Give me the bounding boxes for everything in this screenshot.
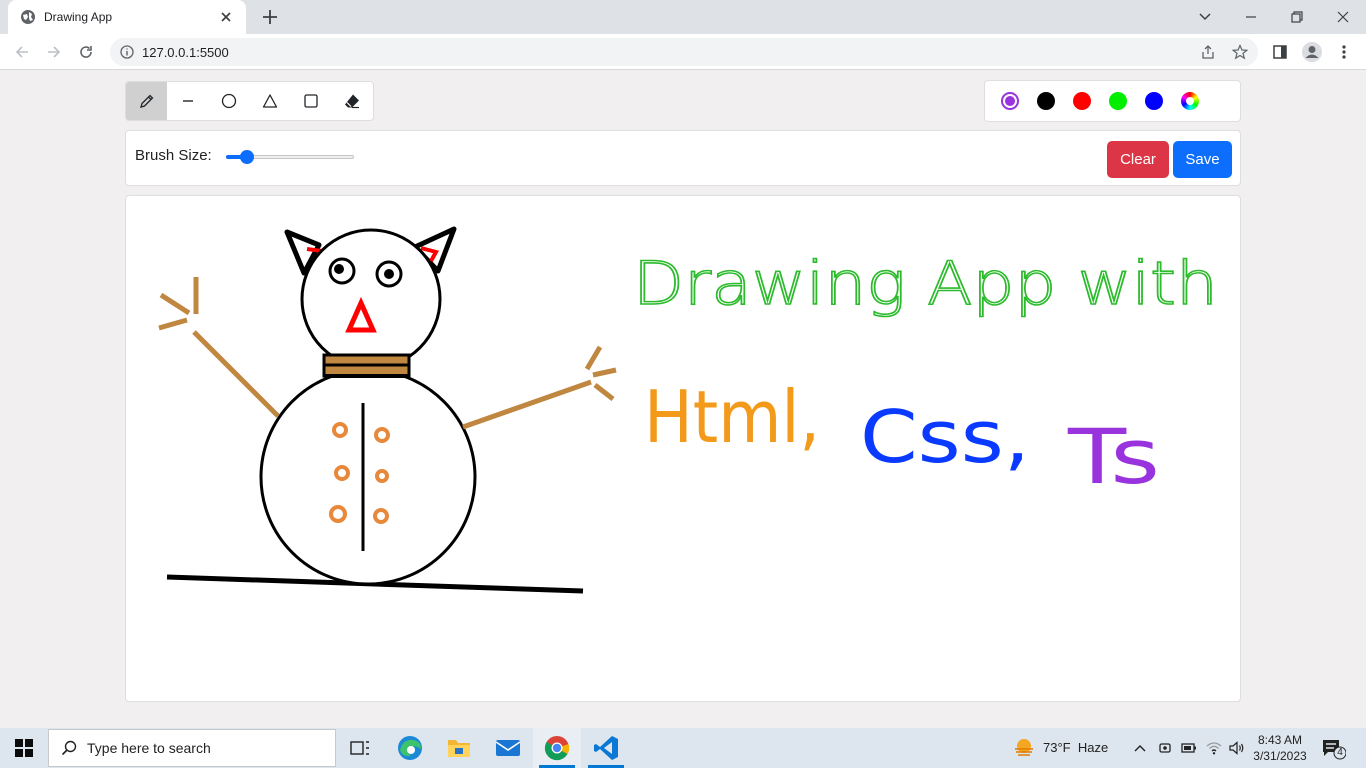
color-red[interactable] (1073, 92, 1091, 110)
snowman-drawing (158, 226, 617, 594)
chrome-icon[interactable] (533, 728, 581, 768)
mail-icon[interactable] (484, 728, 532, 768)
tool-eraser[interactable] (331, 82, 372, 120)
options-panel: Brush Size: Clear Save (125, 130, 1241, 186)
restore-icon[interactable] (1274, 4, 1320, 30)
info-icon[interactable] (120, 45, 134, 59)
line-icon (182, 100, 193, 102)
browser-tab-strip: Drawing App (0, 0, 1366, 34)
volume-icon[interactable] (1228, 739, 1246, 757)
notification-center-icon[interactable]: 4 (1322, 738, 1347, 760)
weather-haze-icon[interactable] (1013, 737, 1035, 759)
menu-kebab-icon[interactable] (1332, 40, 1356, 64)
side-panel-icon[interactable] (1268, 40, 1292, 64)
vscode-icon[interactable] (582, 728, 630, 768)
tool-circle[interactable] (208, 82, 249, 120)
reload-icon[interactable] (74, 40, 98, 64)
eraser-icon (344, 94, 359, 109)
file-explorer-icon[interactable] (435, 728, 483, 768)
window-close-icon[interactable] (1320, 4, 1366, 30)
save-button[interactable]: Save (1173, 141, 1232, 178)
canvas-drawing: Drawing App with Html, Css, Ts (158, 226, 1219, 594)
color-black[interactable] (1037, 92, 1055, 110)
profile-icon[interactable] (1300, 40, 1324, 64)
notification-badge: 4 (1337, 747, 1343, 758)
tool-rectangle[interactable] (290, 82, 331, 120)
search-icon (61, 740, 77, 756)
color-purple[interactable] (1001, 92, 1019, 110)
weather-text[interactable]: 73°F Haze (1043, 740, 1108, 755)
square-icon (303, 94, 318, 108)
tool-brush[interactable] (126, 82, 167, 120)
browser-tab[interactable]: Drawing App (8, 0, 246, 34)
address-bar[interactable]: 127.0.0.1:5500 (110, 38, 1258, 66)
clock-time: 8:43 AM (1257, 733, 1303, 747)
share-icon[interactable] (1196, 38, 1220, 66)
forward-icon[interactable] (42, 40, 66, 64)
canvas-text-css: Css, (860, 395, 1030, 479)
battery-icon[interactable] (1180, 739, 1198, 757)
task-view-icon[interactable] (336, 728, 384, 768)
colors-panel (984, 80, 1241, 122)
edge-browser-icon[interactable] (386, 728, 434, 768)
search-placeholder: Type here to search (87, 740, 211, 756)
globe-icon (21, 10, 35, 24)
clock-date: 3/31/2023 (1253, 749, 1307, 763)
windows-start-icon[interactable] (0, 728, 48, 768)
canvas-text-ts: Ts (1067, 412, 1160, 501)
tab-title: Drawing App (44, 10, 113, 24)
color-picker-rainbow[interactable] (1181, 92, 1199, 110)
color-blue[interactable] (1145, 92, 1163, 110)
pencil-icon (139, 94, 153, 108)
slider-thumb[interactable] (240, 150, 254, 164)
color-green[interactable] (1109, 92, 1127, 110)
browser-toolbar: 127.0.0.1:5500 (0, 34, 1366, 70)
canvas-text-line1: Drawing App with (633, 249, 1218, 319)
circle-icon (221, 93, 236, 109)
tool-triangle[interactable] (249, 82, 290, 120)
close-tab-icon[interactable] (218, 9, 234, 25)
system-clock[interactable]: 8:43 AM 3/31/2023 (1248, 732, 1312, 764)
triangle-icon (262, 94, 277, 108)
clear-button[interactable]: Clear (1107, 141, 1169, 178)
tool-line[interactable] (167, 82, 208, 120)
brush-size-label: Brush Size: (135, 147, 212, 164)
tab-search-icon[interactable] (1182, 4, 1228, 30)
minimize-icon[interactable] (1228, 4, 1274, 30)
new-tab-icon[interactable] (258, 6, 282, 28)
drawing-canvas[interactable]: Drawing App with Html, Css, Ts (125, 195, 1241, 702)
tools-panel (125, 81, 374, 121)
brush-size-slider[interactable] (226, 149, 354, 165)
url-text: 127.0.0.1:5500 (142, 44, 229, 60)
meet-now-icon[interactable] (1156, 739, 1174, 757)
canvas-text-html: Html, (644, 375, 820, 459)
windows-taskbar: Type here to search 73°F Haze 8:43 AM 3/… (0, 728, 1366, 768)
star-icon[interactable] (1228, 38, 1252, 66)
chevron-up-icon[interactable] (1131, 739, 1149, 757)
wifi-icon[interactable] (1205, 739, 1223, 757)
taskbar-search-input[interactable]: Type here to search (48, 729, 336, 767)
back-icon[interactable] (10, 40, 34, 64)
